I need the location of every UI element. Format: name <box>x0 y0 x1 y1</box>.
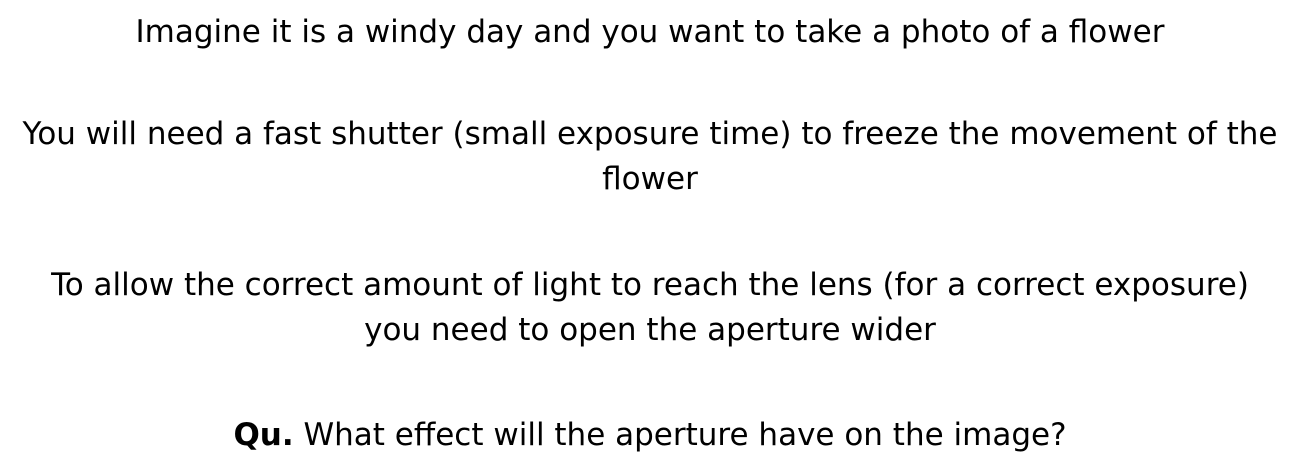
intro-text: Imagine it is a windy day and you want t… <box>135 14 1165 50</box>
aperture-text: To allow the correct amount of light to … <box>51 267 1249 348</box>
question-line: Qu. What effect will the aperture have o… <box>0 413 1300 458</box>
slide: Imagine it is a windy day and you want t… <box>0 0 1300 471</box>
question-text: What effect will the aperture have on th… <box>303 417 1067 453</box>
question-label: Qu. <box>233 417 294 453</box>
shutter-text: You will need a fast shutter (small expo… <box>22 116 1278 197</box>
